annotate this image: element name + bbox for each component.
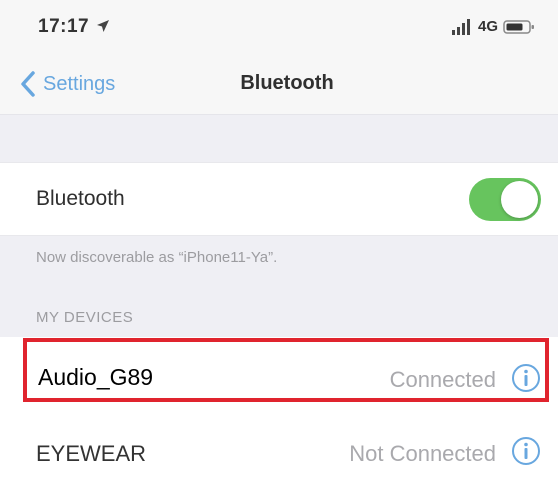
page-title: Bluetooth xyxy=(240,72,334,94)
navigation-bar: Settings Bluetooth xyxy=(0,54,558,115)
bluetooth-toggle-row: Bluetooth xyxy=(0,162,558,236)
device-name: EYEWEAR xyxy=(36,441,147,466)
my-devices-header: MY DEVICES xyxy=(36,309,134,326)
info-icon[interactable] xyxy=(511,436,541,466)
discoverable-text: Now discoverable as “iPhone11-Ya”. xyxy=(36,249,278,266)
info-icon[interactable] xyxy=(511,363,541,393)
device-row-audio-g89[interactable]: Audio_G89 Connected xyxy=(0,337,558,422)
battery-icon xyxy=(503,20,534,34)
device-row-eyewear[interactable]: EYEWEAR Not Connected xyxy=(0,422,558,479)
status-time: 17:17 xyxy=(38,16,90,37)
network-type: 4G xyxy=(478,18,499,35)
device-name: Audio_G89 xyxy=(38,364,154,390)
device-status: Not Connected xyxy=(349,441,496,466)
bluetooth-label: Bluetooth xyxy=(36,187,125,210)
toggle-knob xyxy=(501,181,538,218)
status-bar: 17:17 4G xyxy=(0,0,558,54)
location-arrow-icon xyxy=(97,20,109,32)
bluetooth-toggle[interactable] xyxy=(469,178,541,221)
signal-icon xyxy=(452,19,470,35)
device-status: Connected xyxy=(389,367,496,392)
